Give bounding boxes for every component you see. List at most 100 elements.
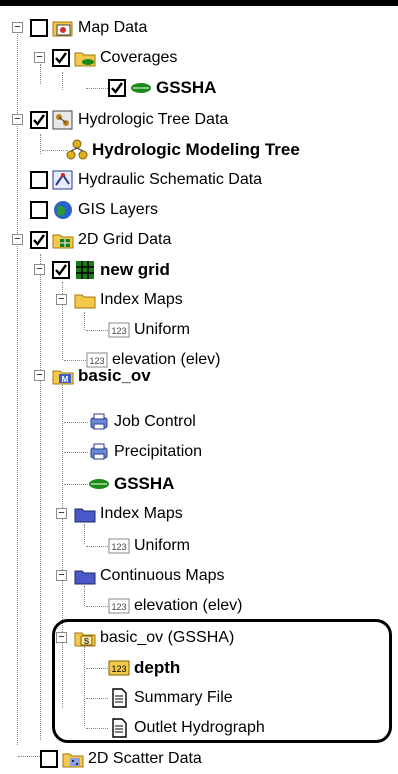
tree-label: Continuous Maps bbox=[100, 567, 225, 584]
tree-line bbox=[64, 452, 88, 453]
document-icon bbox=[108, 717, 130, 739]
map-data-icon bbox=[52, 17, 74, 39]
checkbox-2d-grid-data[interactable] bbox=[30, 231, 48, 249]
svg-text:123: 123 bbox=[111, 602, 126, 612]
tree-item-hydrologic-tree-data[interactable]: Hydrologic Tree Data bbox=[30, 105, 228, 135]
checkbox-2d-scatter-data[interactable] bbox=[40, 750, 58, 768]
expand-toggle-2d-grid-data[interactable]: − bbox=[12, 234, 23, 245]
tree-line bbox=[86, 606, 108, 607]
checkbox-gis-layers[interactable] bbox=[30, 201, 48, 219]
dataset-123-icon: 123 bbox=[108, 535, 130, 557]
tree-item-basic-ov-gssha[interactable]: S basic_ov (GSSHA) bbox=[74, 623, 234, 653]
tree-line bbox=[40, 134, 41, 154]
tree-label: GSSHA bbox=[114, 474, 175, 493]
tree-item-new-grid[interactable]: new grid bbox=[52, 255, 170, 285]
tree-line bbox=[17, 34, 18, 745]
tree-label: Job Control bbox=[114, 413, 196, 430]
checkbox-new-grid[interactable] bbox=[52, 261, 70, 279]
tree-label: 2D Scatter Data bbox=[88, 750, 202, 767]
folder-blue-icon bbox=[74, 565, 96, 587]
tree-item-index-maps[interactable]: Index Maps bbox=[74, 285, 183, 315]
tree-item-depth[interactable]: 123 depth bbox=[108, 653, 180, 683]
tree-item-2d-grid-data[interactable]: 2D Grid Data bbox=[30, 225, 171, 255]
tree-line bbox=[40, 64, 41, 84]
tree-item-outlet-hydrograph[interactable]: Outlet Hydrograph bbox=[108, 713, 265, 743]
tree-label: elevation (elev) bbox=[134, 597, 243, 614]
top-border bbox=[0, 0, 398, 6]
folder-coverage-icon bbox=[74, 47, 96, 69]
tree-line bbox=[86, 546, 108, 547]
tree-item-summary-file[interactable]: Summary File bbox=[108, 683, 233, 713]
tree-item-uniform-2[interactable]: 123 Uniform bbox=[108, 531, 190, 561]
checkbox-map-data[interactable] bbox=[30, 19, 48, 37]
document-icon bbox=[108, 687, 130, 709]
expand-toggle-index-maps[interactable]: − bbox=[56, 294, 67, 305]
expand-toggle-new-grid[interactable]: − bbox=[34, 264, 45, 275]
folder-scatter-icon bbox=[62, 748, 84, 770]
tree-item-gssha-coverage[interactable]: GSSHA bbox=[108, 73, 216, 103]
expand-toggle-hydrologic-tree-data[interactable]: − bbox=[12, 114, 23, 125]
tree-label: GIS Layers bbox=[78, 201, 159, 218]
solution-folder-icon: S bbox=[74, 627, 96, 649]
globe-icon bbox=[52, 199, 74, 221]
tree-label: basic_ov (GSSHA) bbox=[100, 629, 235, 646]
tree-item-hydraulic-schematic-data[interactable]: Hydraulic Schematic Data bbox=[30, 165, 262, 195]
tree-label: basic_ov bbox=[78, 366, 151, 385]
tree-item-uniform[interactable]: 123 Uniform bbox=[108, 315, 190, 345]
tree-item-basic-ov[interactable]: M basic_ov bbox=[52, 361, 151, 391]
tree-line bbox=[86, 88, 108, 89]
expand-toggle-basic-ov[interactable]: − bbox=[34, 370, 45, 381]
printer-icon bbox=[88, 441, 110, 463]
tree-item-gis-layers[interactable]: GIS Layers bbox=[30, 195, 158, 225]
tree-label: Map Data bbox=[78, 19, 148, 36]
tree-item-map-data[interactable]: Map Data bbox=[30, 13, 147, 43]
tree-item-2d-scatter-data[interactable]: 2D Scatter Data bbox=[40, 744, 202, 774]
hydrologic-tree-icon bbox=[52, 109, 74, 131]
tree-item-precipitation[interactable]: Precipitation bbox=[88, 437, 202, 467]
checkbox-hydrologic-tree-data[interactable] bbox=[30, 111, 48, 129]
modeling-tree-icon bbox=[66, 139, 88, 161]
tree-line bbox=[64, 484, 90, 485]
tree-item-index-maps-2[interactable]: Index Maps bbox=[74, 499, 183, 529]
tree-item-job-control[interactable]: Job Control bbox=[88, 407, 196, 437]
checkbox-hydraulic-schematic-data[interactable] bbox=[30, 171, 48, 189]
tree-line bbox=[40, 254, 41, 740]
checkbox-coverages[interactable] bbox=[52, 49, 70, 67]
expand-toggle-map-data[interactable]: − bbox=[12, 22, 23, 33]
tree-label: new grid bbox=[100, 260, 170, 279]
folder-blue-icon bbox=[74, 503, 96, 525]
tree-label: depth bbox=[134, 658, 181, 677]
svg-text:123: 123 bbox=[111, 664, 126, 674]
expand-toggle-coverages[interactable]: − bbox=[34, 52, 45, 63]
tree-label: Uniform bbox=[134, 537, 191, 554]
tree-label: Precipitation bbox=[114, 443, 203, 460]
dataset-123-icon: 123 bbox=[108, 319, 130, 341]
tree-line bbox=[42, 150, 68, 151]
svg-text:123: 123 bbox=[111, 542, 126, 552]
tree-line bbox=[62, 72, 63, 90]
tree-label: Index Maps bbox=[100, 505, 183, 522]
tree-label: Hydraulic Schematic Data bbox=[78, 171, 263, 188]
expand-toggle-basic-ov-gssha[interactable]: − bbox=[56, 632, 67, 643]
tree-item-hydrologic-modeling-tree[interactable]: Hydrologic Modeling Tree bbox=[66, 135, 300, 165]
hydraulic-schematic-icon bbox=[52, 169, 74, 191]
tree-item-continuous-maps[interactable]: Continuous Maps bbox=[74, 561, 225, 591]
dataset-123-icon: 123 bbox=[108, 595, 130, 617]
tree-label: Index Maps bbox=[100, 291, 183, 308]
model-folder-icon: M bbox=[52, 365, 74, 387]
folder-icon bbox=[74, 289, 96, 311]
tree-item-gssha-model[interactable]: GSSHA bbox=[88, 469, 174, 499]
tree-item-coverages[interactable]: Coverages bbox=[52, 43, 177, 73]
tree-item-elevation-2[interactable]: 123 elevation (elev) bbox=[108, 591, 243, 621]
gssha-coverage-icon bbox=[130, 77, 152, 99]
tree-line bbox=[86, 330, 108, 331]
tree-label: Outlet Hydrograph bbox=[134, 719, 265, 736]
expand-toggle-continuous-maps[interactable]: − bbox=[56, 570, 67, 581]
checkbox-gssha-coverage[interactable] bbox=[108, 79, 126, 97]
tree-line bbox=[64, 422, 88, 423]
expand-toggle-index-maps-2[interactable]: − bbox=[56, 508, 67, 519]
tree-label: Summary File bbox=[134, 689, 233, 706]
folder-grid-icon bbox=[52, 229, 74, 251]
grid-icon bbox=[74, 259, 96, 281]
tree-line bbox=[18, 756, 40, 757]
